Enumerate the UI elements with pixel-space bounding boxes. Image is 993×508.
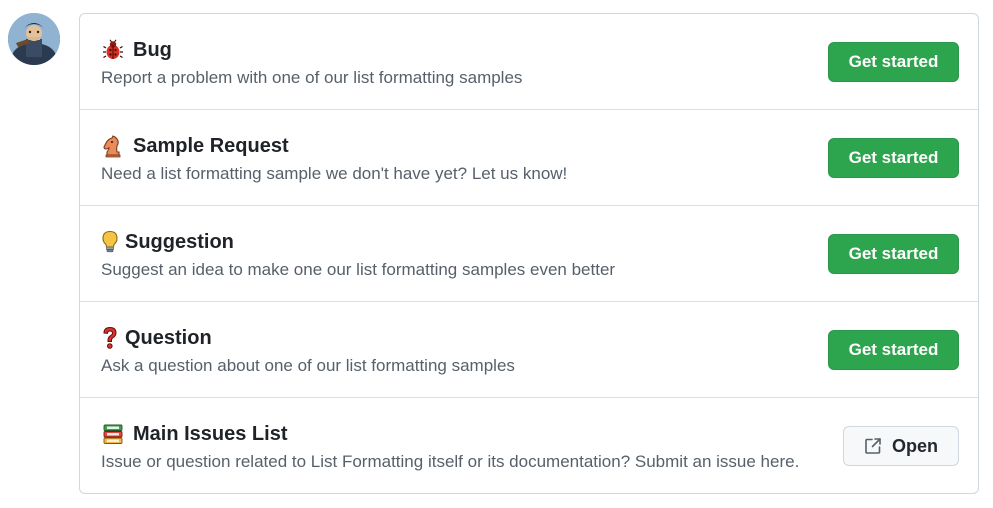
template-row-suggestion: Suggestion Suggest an idea to make one o… [80,206,978,302]
template-description: Suggest an idea to make one our list for… [101,260,616,279]
template-row-question: Question Ask a question about one of our… [80,302,978,398]
template-description: Report a problem with one of our list fo… [101,68,523,87]
template-title-row: Bug [101,38,172,62]
template-title-row: Question [101,326,212,350]
get-started-button-sample-request[interactable]: Get started [828,138,959,178]
template-row-sample-request: Sample Request Need a list formatting sa… [80,110,978,206]
light-bulb-icon [101,230,119,254]
template-description: Issue or question related to List Format… [101,452,800,471]
question-mark-icon [101,326,119,350]
template-title: Bug [133,38,172,61]
open-button-main-issues-list[interactable]: Open [843,426,959,466]
template-description: Need a list formatting sample we don't h… [101,164,568,183]
template-title: Sample Request [133,134,289,157]
external-link-icon [864,437,882,455]
books-icon [101,422,125,446]
get-started-button-bug[interactable]: Get started [828,42,959,82]
template-row-bug: Bug Report a problem with one of our lis… [80,14,978,110]
chess-knight-icon [101,134,125,158]
bug-icon [101,38,125,62]
template-title: Question [125,326,212,349]
open-button-label: Open [891,435,938,456]
avatar[interactable] [8,13,60,65]
avatar-image [8,13,60,65]
template-title-row: Sample Request [101,134,289,158]
template-description: Ask a question about one of our list for… [101,356,515,375]
template-title-row: Main Issues List [101,422,288,446]
get-started-button-question[interactable]: Get started [828,330,959,370]
template-title: Suggestion [125,230,234,253]
template-title-row: Suggestion [101,230,234,254]
get-started-button-suggestion[interactable]: Get started [828,234,959,274]
template-row-main-issues-list: Main Issues List Issue or question relat… [80,398,978,494]
issue-template-list: Bug Report a problem with one of our lis… [79,13,979,494]
template-title: Main Issues List [133,422,288,445]
